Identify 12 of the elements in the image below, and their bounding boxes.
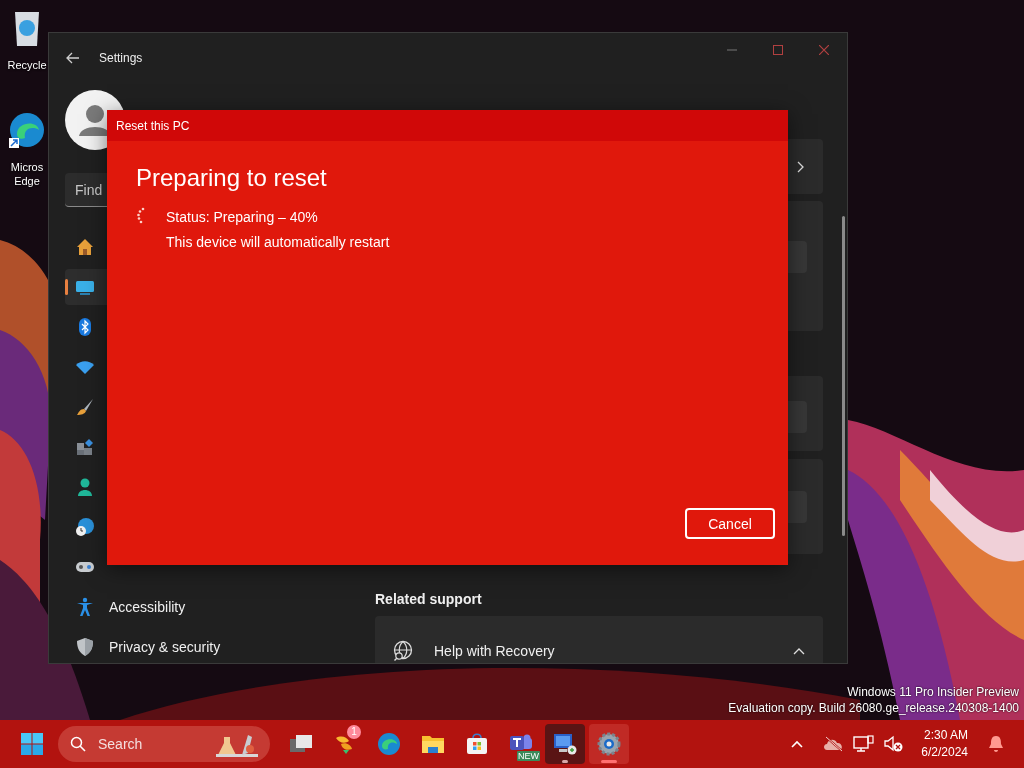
restart-note: This device will automatically restart [166,233,390,252]
notification-badge: 1 [347,725,361,739]
clock-date: 6/2/2024 [921,744,968,761]
section-heading: Related support [375,590,483,608]
build-info-text: Windows 11 Pro Insider Preview [847,684,1019,700]
dialog-title: Reset this PC [116,118,190,133]
build-info-text: Evaluation copy. Build 26080.ge_release.240308-1400 [728,700,1019,716]
new-label: NEW [517,751,540,761]
dialog-heading: Preparing to reset [136,163,327,193]
status-text: Status: Preparing – 40% [166,208,318,227]
clock-time: 2:30 AM [923,727,968,744]
window-title: Settings [99,51,143,65]
